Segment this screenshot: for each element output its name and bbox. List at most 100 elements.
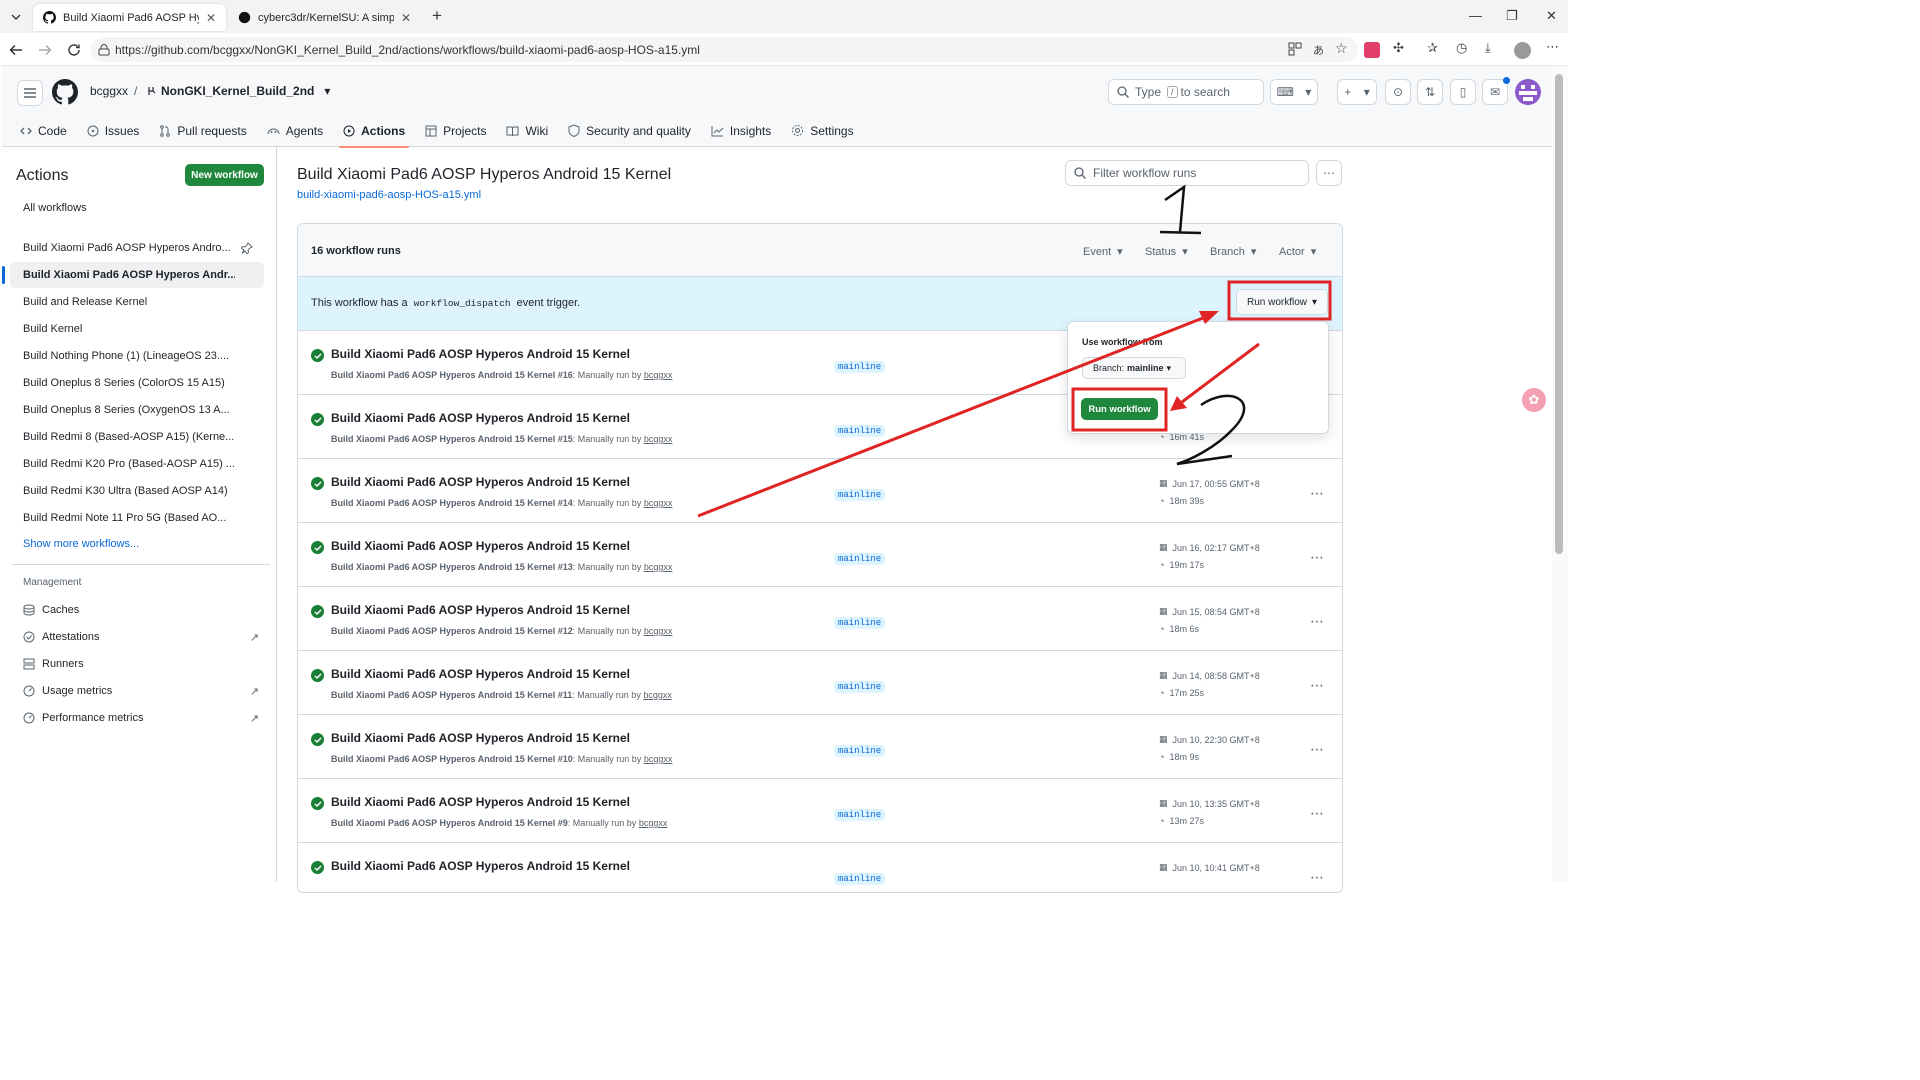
workflow-run-row[interactable]: Build Xiaomi Pad6 AOSP Hyperos Android 1… bbox=[298, 715, 1342, 779]
new-tab-button[interactable]: + bbox=[432, 6, 442, 26]
run-menu-kebab-icon[interactable]: ⋯ bbox=[1310, 549, 1325, 566]
tab-settings[interactable]: Settings bbox=[781, 114, 863, 147]
restore-icon[interactable]: ❐ bbox=[1506, 8, 1518, 24]
tab-issues[interactable]: Issues bbox=[77, 114, 150, 147]
tab-wiki[interactable]: Wiki bbox=[496, 114, 558, 147]
browser-tab[interactable]: cyberc3dr/KernelSU: A simple Kernel-base… bbox=[228, 4, 421, 31]
create-new-button[interactable]: + ▾ bbox=[1337, 79, 1377, 105]
run-title[interactable]: Build Xiaomi Pad6 AOSP Hyperos Android 1… bbox=[331, 859, 630, 873]
github-logo-icon[interactable] bbox=[52, 79, 78, 105]
sidebar-item-workflow[interactable]: Build Redmi 8 (Based-AOSP A15) (Kerne... bbox=[10, 424, 264, 450]
run-title[interactable]: Build Xiaomi Pad6 AOSP Hyperos Android 1… bbox=[331, 347, 630, 361]
history-icon[interactable]: ◷ bbox=[1456, 40, 1472, 56]
sidebar-item-workflow[interactable]: Build Nothing Phone (1) (LineageOS 23...… bbox=[10, 343, 264, 369]
pin-icon[interactable] bbox=[241, 242, 253, 254]
close-window-icon[interactable]: ✕ bbox=[1546, 8, 1557, 24]
workflow-run-row[interactable]: Build Xiaomi Pad6 AOSP Hyperos Android 1… bbox=[298, 587, 1342, 651]
pull-requests-button[interactable]: ⇅ bbox=[1417, 79, 1443, 105]
new-workflow-button[interactable]: New workflow bbox=[185, 164, 264, 186]
chevron-down-icon[interactable]: ▾ bbox=[324, 84, 330, 98]
tab-pull-requests[interactable]: Pull requests bbox=[149, 114, 256, 147]
branch-badge[interactable]: mainline bbox=[834, 617, 886, 629]
floating-extension-icon[interactable]: ✿ bbox=[1522, 388, 1546, 412]
sidebar-item-runners[interactable]: Runners bbox=[23, 654, 259, 674]
actor-filter[interactable]: Actor ▾ bbox=[1279, 245, 1316, 259]
run-title[interactable]: Build Xiaomi Pad6 AOSP Hyperos Android 1… bbox=[331, 667, 630, 681]
browser-tab-active[interactable]: Build Xiaomi Pad6 AOSP Hyperos Android 1… bbox=[33, 4, 226, 31]
branch-badge[interactable]: mainline bbox=[834, 489, 886, 501]
workflow-run-row[interactable]: Build Xiaomi Pad6 AOSP Hyperos Android 1… bbox=[298, 459, 1342, 523]
sidebar-item-workflow[interactable]: Build Redmi K20 Pro (Based-AOSP A15) ... bbox=[10, 451, 264, 477]
show-more-workflows-link[interactable]: Show more workflows... bbox=[23, 538, 139, 550]
sidebar-item-workflow[interactable]: Build Redmi K30 Ultra (Based AOSP A14) bbox=[10, 478, 264, 504]
run-menu-kebab-icon[interactable]: ⋯ bbox=[1310, 485, 1325, 502]
search-input[interactable]: Type / to search bbox=[1108, 79, 1264, 105]
branch-badge[interactable]: mainline bbox=[834, 873, 886, 885]
branch-badge[interactable]: mainline bbox=[834, 553, 886, 565]
repo-name-link[interactable]: NonGKI_Kernel_Build_2nd ▾ bbox=[147, 84, 330, 98]
profile-avatar[interactable] bbox=[1514, 42, 1531, 59]
run-actor-link[interactable]: bcggxx bbox=[644, 626, 673, 636]
tab-search-icon[interactable] bbox=[8, 9, 24, 25]
puzzle-icon[interactable]: ✣ bbox=[1393, 40, 1409, 56]
site-info-icon[interactable] bbox=[98, 43, 110, 56]
repos-button[interactable]: ▯ bbox=[1450, 79, 1476, 105]
close-tab-icon[interactable]: ✕ bbox=[206, 11, 216, 25]
extension-icon[interactable] bbox=[1364, 42, 1380, 58]
sidebar-item-performance-metrics[interactable]: Performance metrics ↗ bbox=[23, 708, 259, 728]
run-actor-link[interactable]: bcggxx bbox=[643, 690, 672, 700]
branch-badge[interactable]: mainline bbox=[834, 745, 886, 757]
workflow-run-row[interactable]: Build Xiaomi Pad6 AOSP Hyperos Android 1… bbox=[298, 523, 1342, 587]
copilot-button[interactable]: ⌨ ▾ bbox=[1270, 79, 1318, 105]
workflow-run-row[interactable]: Build Xiaomi Pad6 AOSP Hyperos Android 1… bbox=[298, 779, 1342, 843]
tab-code[interactable]: Code bbox=[2, 114, 77, 147]
workflow-menu-button[interactable]: ⋯ bbox=[1316, 160, 1342, 186]
sidebar-item-workflow[interactable]: Build Oneplus 8 Series (ColorOS 15 A15) bbox=[10, 370, 264, 396]
run-menu-kebab-icon[interactable]: ⋯ bbox=[1310, 805, 1325, 822]
forward-icon[interactable] bbox=[35, 40, 55, 60]
tab-security[interactable]: Security and quality bbox=[558, 114, 701, 147]
sidebar-item-all-workflows[interactable]: All workflows bbox=[10, 195, 264, 221]
filter-runs-input[interactable]: Filter workflow runs bbox=[1065, 160, 1309, 186]
close-tab-icon[interactable]: ✕ bbox=[401, 11, 411, 25]
run-workflow-button[interactable]: Run workflow ▾ bbox=[1236, 289, 1328, 315]
run-menu-kebab-icon[interactable]: ⋯ bbox=[1310, 869, 1325, 886]
sidebar-item-caches[interactable]: Caches bbox=[23, 600, 259, 620]
branch-select[interactable]: Branch: mainline ▾ bbox=[1082, 357, 1186, 379]
reload-icon[interactable] bbox=[64, 40, 84, 60]
run-actor-link[interactable]: bcggxx bbox=[644, 754, 673, 764]
issues-button[interactable]: ⊙ bbox=[1385, 79, 1411, 105]
more-icon[interactable]: ⋯ bbox=[1546, 39, 1562, 55]
sidebar-item-attestations[interactable]: Attestations ↗ bbox=[23, 627, 259, 647]
repo-owner-link[interactable]: bcggxx bbox=[90, 84, 128, 98]
run-title[interactable]: Build Xiaomi Pad6 AOSP Hyperos Android 1… bbox=[331, 411, 630, 425]
sidebar-item-usage-metrics[interactable]: Usage metrics ↗ bbox=[23, 681, 259, 701]
run-title[interactable]: Build Xiaomi Pad6 AOSP Hyperos Android 1… bbox=[331, 795, 630, 809]
translate-icon[interactable]: あ bbox=[1313, 42, 1329, 58]
run-menu-kebab-icon[interactable]: ⋯ bbox=[1310, 613, 1325, 630]
tab-agents[interactable]: Agents bbox=[257, 114, 333, 147]
run-actor-link[interactable]: bcggxx bbox=[644, 498, 673, 508]
tab-actions[interactable]: Actions bbox=[333, 114, 415, 148]
user-avatar[interactable] bbox=[1515, 79, 1541, 105]
sidebar-item-workflow[interactable]: Build and Release Kernel bbox=[10, 289, 264, 315]
run-workflow-confirm-button[interactable]: Run workflow bbox=[1081, 398, 1158, 420]
run-actor-link[interactable]: bcggxx bbox=[644, 370, 673, 380]
back-icon[interactable] bbox=[6, 40, 26, 60]
app-icon[interactable] bbox=[1288, 42, 1304, 58]
workflow-run-row[interactable]: Build Xiaomi Pad6 AOSP Hyperos Android 1… bbox=[298, 651, 1342, 715]
branch-badge[interactable]: mainline bbox=[834, 809, 886, 821]
run-actor-link[interactable]: bcggxx bbox=[644, 562, 673, 572]
favorite-star-icon[interactable]: ☆ bbox=[1335, 40, 1351, 56]
run-title[interactable]: Build Xiaomi Pad6 AOSP Hyperos Android 1… bbox=[331, 539, 630, 553]
branch-badge[interactable]: mainline bbox=[834, 681, 886, 693]
workflow-file-link[interactable]: build-xiaomi-pad6-aosp-HOS-a15.yml bbox=[297, 189, 481, 201]
sidebar-item-workflow-selected[interactable]: Build Xiaomi Pad6 AOSP Hyperos Andr... bbox=[2, 262, 264, 288]
workflow-run-row[interactable]: Build Xiaomi Pad6 AOSP Hyperos Android 1… bbox=[298, 843, 1342, 892]
run-menu-kebab-icon[interactable]: ⋯ bbox=[1310, 677, 1325, 694]
run-title[interactable]: Build Xiaomi Pad6 AOSP Hyperos Android 1… bbox=[331, 603, 630, 617]
address-bar[interactable]: https://github.com/bcggxx/NonGKI_Kernel_… bbox=[91, 37, 1358, 62]
run-actor-link[interactable]: bcggxx bbox=[644, 434, 673, 444]
run-menu-kebab-icon[interactable]: ⋯ bbox=[1310, 741, 1325, 758]
run-title[interactable]: Build Xiaomi Pad6 AOSP Hyperos Android 1… bbox=[331, 731, 630, 745]
